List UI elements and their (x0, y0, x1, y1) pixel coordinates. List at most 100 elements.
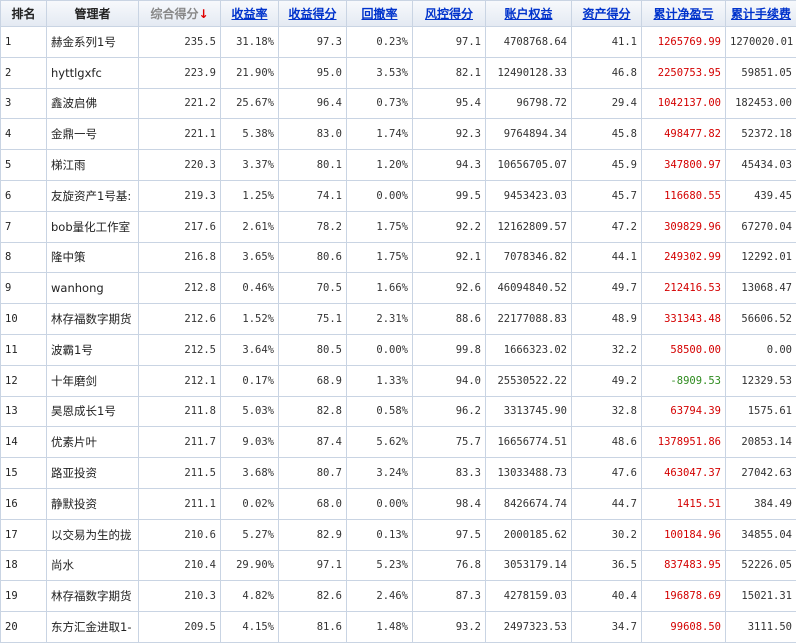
yield-score-cell: 97.3 (279, 27, 347, 58)
manager-name[interactable]: 隆中策 (47, 242, 139, 273)
risk-score-cell: 75.7 (413, 427, 486, 458)
table-row: 6友旋资产1号基:219.31.25%74.10.00%99.59453423.… (1, 180, 796, 211)
fees-cell: 3111.50 (726, 612, 796, 643)
score-cell: 212.6 (139, 304, 221, 335)
table-row: 15路亚投资211.53.68%80.73.24%83.313033488.73… (1, 458, 796, 489)
yield-score-cell: 96.4 (279, 88, 347, 119)
manager-name[interactable]: 林存福数字期货 (47, 304, 139, 335)
net-pnl-cell: -8909.53 (642, 365, 726, 396)
drawdown-cell: 2.31% (347, 304, 413, 335)
manager-name[interactable]: bob量化工作室 (47, 211, 139, 242)
table-row: 16静默投资211.10.02%68.00.00%98.48426674.744… (1, 488, 796, 519)
manager-name[interactable]: 东方汇金进取1- (47, 612, 139, 643)
asset-score-cell: 49.2 (572, 365, 642, 396)
manager-name[interactable]: 昊恩成长1号 (47, 396, 139, 427)
rank-cell: 10 (1, 304, 47, 335)
col-header-score[interactable]: 综合得分↓ (139, 1, 221, 27)
equity-cell: 9764894.34 (486, 119, 572, 150)
equity-cell: 3313745.90 (486, 396, 572, 427)
manager-name[interactable]: 梯江雨 (47, 150, 139, 181)
manager-name[interactable]: 赫金系列1号 (47, 27, 139, 58)
yield-cell: 0.02% (221, 488, 279, 519)
yield-score-cell: 87.4 (279, 427, 347, 458)
asset-score-cell: 48.6 (572, 427, 642, 458)
col-header-equity[interactable]: 账户权益 (486, 1, 572, 27)
net-pnl-cell: 100184.96 (642, 519, 726, 550)
risk-score-cell: 94.0 (413, 365, 486, 396)
col-header-fees[interactable]: 累计手续费 (726, 1, 796, 27)
sort-desc-arrow-icon: ↓ (198, 7, 208, 21)
yield-score-cell: 83.0 (279, 119, 347, 150)
rank-cell: 11 (1, 334, 47, 365)
manager-name[interactable]: hyttlgxfc (47, 57, 139, 88)
table-row: 4金鼎一号221.15.38%83.01.74%92.39764894.3445… (1, 119, 796, 150)
rank-cell: 2 (1, 57, 47, 88)
yield-cell: 1.52% (221, 304, 279, 335)
fees-cell: 182453.00 (726, 88, 796, 119)
fees-cell: 67270.04 (726, 211, 796, 242)
yield-score-cell: 95.0 (279, 57, 347, 88)
manager-name[interactable]: 友旋资产1号基: (47, 180, 139, 211)
manager-name[interactable]: 林存福数字期货 (47, 581, 139, 612)
col-header-net-pnl[interactable]: 累计净盈亏 (642, 1, 726, 27)
fees-cell: 439.45 (726, 180, 796, 211)
risk-score-cell: 92.3 (413, 119, 486, 150)
net-pnl-cell: 309829.96 (642, 211, 726, 242)
score-cell: 220.3 (139, 150, 221, 181)
col-header-yield-score[interactable]: 收益得分 (279, 1, 347, 27)
yield-score-cell: 74.1 (279, 180, 347, 211)
equity-cell: 7078346.82 (486, 242, 572, 273)
fees-cell: 52372.18 (726, 119, 796, 150)
yield-score-cell: 80.6 (279, 242, 347, 273)
drawdown-cell: 0.13% (347, 519, 413, 550)
drawdown-cell: 0.23% (347, 27, 413, 58)
risk-score-cell: 87.3 (413, 581, 486, 612)
score-cell: 210.3 (139, 581, 221, 612)
score-cell: 210.4 (139, 550, 221, 581)
manager-name[interactable]: wanhong (47, 273, 139, 304)
manager-name[interactable]: 波霸1号 (47, 334, 139, 365)
manager-name[interactable]: 路亚投资 (47, 458, 139, 489)
yield-cell: 9.03% (221, 427, 279, 458)
col-header-drawdown[interactable]: 回撤率 (347, 1, 413, 27)
table-row: 9wanhong212.80.46%70.51.66%92.646094840.… (1, 273, 796, 304)
score-cell: 219.3 (139, 180, 221, 211)
score-cell: 209.5 (139, 612, 221, 643)
rank-cell: 1 (1, 27, 47, 58)
manager-name[interactable]: 金鼎一号 (47, 119, 139, 150)
yield-cell: 4.82% (221, 581, 279, 612)
net-pnl-cell: 1265769.99 (642, 27, 726, 58)
col-header-asset-score[interactable]: 资产得分 (572, 1, 642, 27)
rank-cell: 4 (1, 119, 47, 150)
rank-cell: 8 (1, 242, 47, 273)
yield-score-cell: 80.7 (279, 458, 347, 489)
equity-cell: 12490128.33 (486, 57, 572, 88)
drawdown-cell: 5.62% (347, 427, 413, 458)
yield-cell: 29.90% (221, 550, 279, 581)
asset-score-cell: 34.7 (572, 612, 642, 643)
risk-score-cell: 94.3 (413, 150, 486, 181)
net-pnl-cell: 1378951.86 (642, 427, 726, 458)
drawdown-cell: 1.33% (347, 365, 413, 396)
score-cell: 221.2 (139, 88, 221, 119)
manager-name[interactable]: 尚水 (47, 550, 139, 581)
header-row: 排名 管理者 综合得分↓ 收益率 收益得分 回撤率 风控得分 账户权益 资产得分… (1, 1, 796, 27)
manager-name[interactable]: 优素片叶 (47, 427, 139, 458)
col-header-risk-score[interactable]: 风控得分 (413, 1, 486, 27)
drawdown-cell: 3.53% (347, 57, 413, 88)
fees-cell: 13068.47 (726, 273, 796, 304)
manager-name[interactable]: 十年磨剑 (47, 365, 139, 396)
manager-name[interactable]: 以交易为生的拢 (47, 519, 139, 550)
asset-score-cell: 45.8 (572, 119, 642, 150)
yield-score-cell: 80.5 (279, 334, 347, 365)
equity-cell: 1666323.02 (486, 334, 572, 365)
drawdown-cell: 1.74% (347, 119, 413, 150)
manager-name[interactable]: 鑫波启佛 (47, 88, 139, 119)
col-header-yield[interactable]: 收益率 (221, 1, 279, 27)
yield-cell: 5.27% (221, 519, 279, 550)
manager-name[interactable]: 静默投资 (47, 488, 139, 519)
table-row: 19林存福数字期货210.34.82%82.62.46%87.34278159.… (1, 581, 796, 612)
score-cell: 212.8 (139, 273, 221, 304)
net-pnl-cell: 347800.97 (642, 150, 726, 181)
drawdown-cell: 1.48% (347, 612, 413, 643)
